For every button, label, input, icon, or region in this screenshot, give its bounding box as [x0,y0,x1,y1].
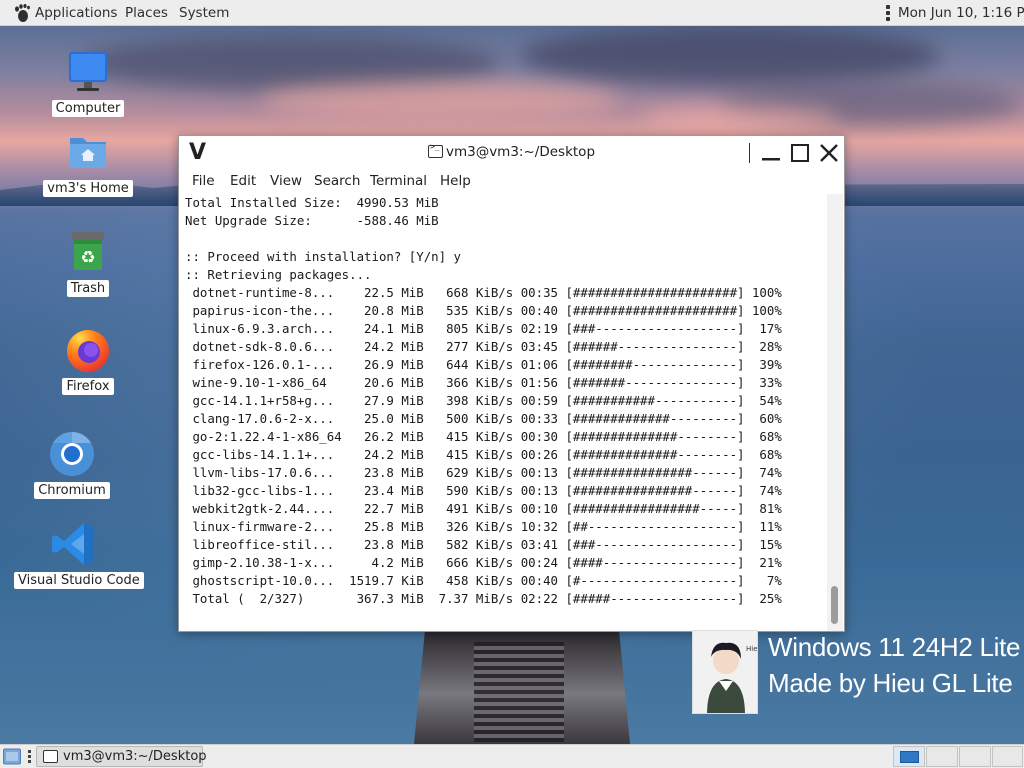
workspace-1[interactable] [893,746,925,767]
terminal-line: Net Upgrade Size: -588.46 MiB [185,213,439,228]
workspace-2[interactable] [926,746,958,767]
maximize-icon[interactable] [788,141,812,165]
panel-handle-icon [28,750,32,764]
desktop-icon-label: Chromium [34,482,110,499]
terminal-line: gcc-14.1.1+r58+g... 27.9 MiB 398 KiB/s 0… [185,393,782,408]
window-title-text: vm3@vm3:~/Desktop [445,144,596,160]
terminal-line: gcc-libs-14.1.1+... 24.2 MiB 415 KiB/s 0… [185,447,782,462]
workspace-3[interactable] [959,746,991,767]
terminal-line: dotnet-sdk-8.0.6... 24.2 MiB 277 KiB/s 0… [185,339,782,354]
desktop-icon-firefox[interactable]: Firefox [28,326,148,395]
terminal-window[interactable]: V vm3@vm3:~/Desktop File Edit View Searc… [178,135,845,632]
terminal-line: linux-firmware-2... 25.8 MiB 326 KiB/s 1… [185,519,782,534]
home-folder-icon [64,128,112,176]
menu-system[interactable]: System [179,5,229,21]
desktop-icon-label: Trash [66,280,110,297]
terminal-output[interactable]: Total Installed Size: 4990.53 MiB Net Upg… [179,194,827,631]
menu-places[interactable]: Places [125,5,168,21]
watermark-avatar: Hieu [692,630,758,714]
terminal-line: ghostscript-10.0... 1519.7 KiB 458 KiB/s… [185,573,782,588]
terminal-line: gimp-2.10.38-1-x... 4.2 MiB 666 KiB/s 00… [185,555,782,570]
desktop-icon-label: Visual Studio Code [14,572,144,589]
desktop-icon-label: Firefox [62,378,114,395]
menu-view[interactable]: View [270,173,302,189]
chromium-icon [48,430,96,478]
desktop-icon-home[interactable]: vm3's Home [28,128,148,197]
terminal-line: wine-9.10-1-x86_64 20.6 MiB 366 KiB/s 01… [185,375,782,390]
terminal-line: linux-6.9.3.arch... 24.1 MiB 805 KiB/s 0… [185,321,782,336]
desktop-icon-trash[interactable]: ♻ Trash [28,228,148,297]
terminal-icon [427,142,443,158]
terminal-line: :: Retrieving packages... [185,267,372,282]
workspace-window-thumb [900,751,919,763]
terminal-line: lib32-gcc-libs-1... 23.4 MiB 590 KiB/s 0… [185,483,782,498]
close-icon[interactable] [817,141,841,165]
menu-terminal[interactable]: Terminal [370,173,427,189]
terminal-line: papirus-icon-the... 20.8 MiB 535 KiB/s 0… [185,303,782,318]
desktop-icon-chromium[interactable]: Chromium [12,430,132,499]
terminal-icon [43,750,58,763]
show-desktop-icon[interactable] [3,748,21,765]
terminal-line: Total Installed Size: 4990.53 MiB [185,195,439,210]
bottom-panel: vm3@vm3:~/Desktop [0,744,1024,768]
titlebar-divider [749,143,750,163]
scrollbar-thumb[interactable] [831,586,838,624]
desktop-icon-vscode[interactable]: Visual Studio Code [14,520,144,589]
terminal-line: webkit2gtk-2.44.... 22.7 MiB 491 KiB/s 0… [185,501,782,516]
terminal-line: :: Proceed with installation? [Y/n] y [185,249,462,264]
menu-edit[interactable]: Edit [230,173,256,189]
top-panel: Applications Places System Mon Jun 10, 1… [0,0,1024,26]
taskbar-window-button[interactable]: vm3@vm3:~/Desktop [36,746,207,767]
computer-icon [64,48,112,96]
minimize-icon[interactable] [759,141,783,165]
menu-file[interactable]: File [192,173,215,189]
terminal-line: dotnet-runtime-8... 22.5 MiB 668 KiB/s 0… [185,285,782,300]
terminal-scrollbar[interactable] [827,194,843,631]
terminal-line: libreoffice-stil... 23.8 MiB 582 KiB/s 0… [185,537,782,552]
firefox-icon [64,326,112,374]
terminal-line: llvm-libs-17.0.6... 23.8 MiB 629 KiB/s 0… [185,465,782,480]
terminal-line: firefox-126.0.1-... 26.9 MiB 644 KiB/s 0… [185,357,782,372]
panel-clock[interactable]: Mon Jun 10, 1:16 PM [898,5,1024,21]
menu-help[interactable]: Help [440,173,471,189]
workspace-4[interactable] [992,746,1023,767]
watermark-line-1: Windows 11 24H2 Lite [768,632,1021,662]
panel-handle-icon [886,5,890,21]
desktop-icon-computer[interactable]: Computer [28,48,148,117]
svg-text:♻: ♻ [80,248,95,268]
window-title: vm3@vm3:~/Desktop [179,142,844,160]
terminal-line: Total ( 2/327) 367.3 MiB 7.37 MiB/s 02:2… [185,591,782,606]
watermark-line-2: Made by Hieu GL Lite [768,668,1013,698]
menu-search[interactable]: Search [314,173,360,189]
terminal-line: clang-17.0.6-2-x... 25.0 MiB 500 KiB/s 0… [185,411,782,426]
desktop-icon-label: vm3's Home [43,180,133,197]
menu-applications[interactable]: Applications [35,5,117,21]
pier-image [414,632,630,744]
terminal-menubar: File Edit View Search Terminal Help [179,170,844,194]
taskbar-window-title: vm3@vm3:~/Desktop [63,749,207,764]
window-titlebar[interactable]: V vm3@vm3:~/Desktop [179,136,844,170]
gnome-foot-icon[interactable] [12,3,32,23]
trash-icon: ♻ [64,228,112,276]
watermark-avatar-text: Hieu [746,645,758,653]
terminal-line: go-2:1.22.4-1-x86_64 26.2 MiB 415 KiB/s … [185,429,782,444]
desktop-icon-label: Computer [51,100,125,117]
vscode-icon [50,520,98,568]
